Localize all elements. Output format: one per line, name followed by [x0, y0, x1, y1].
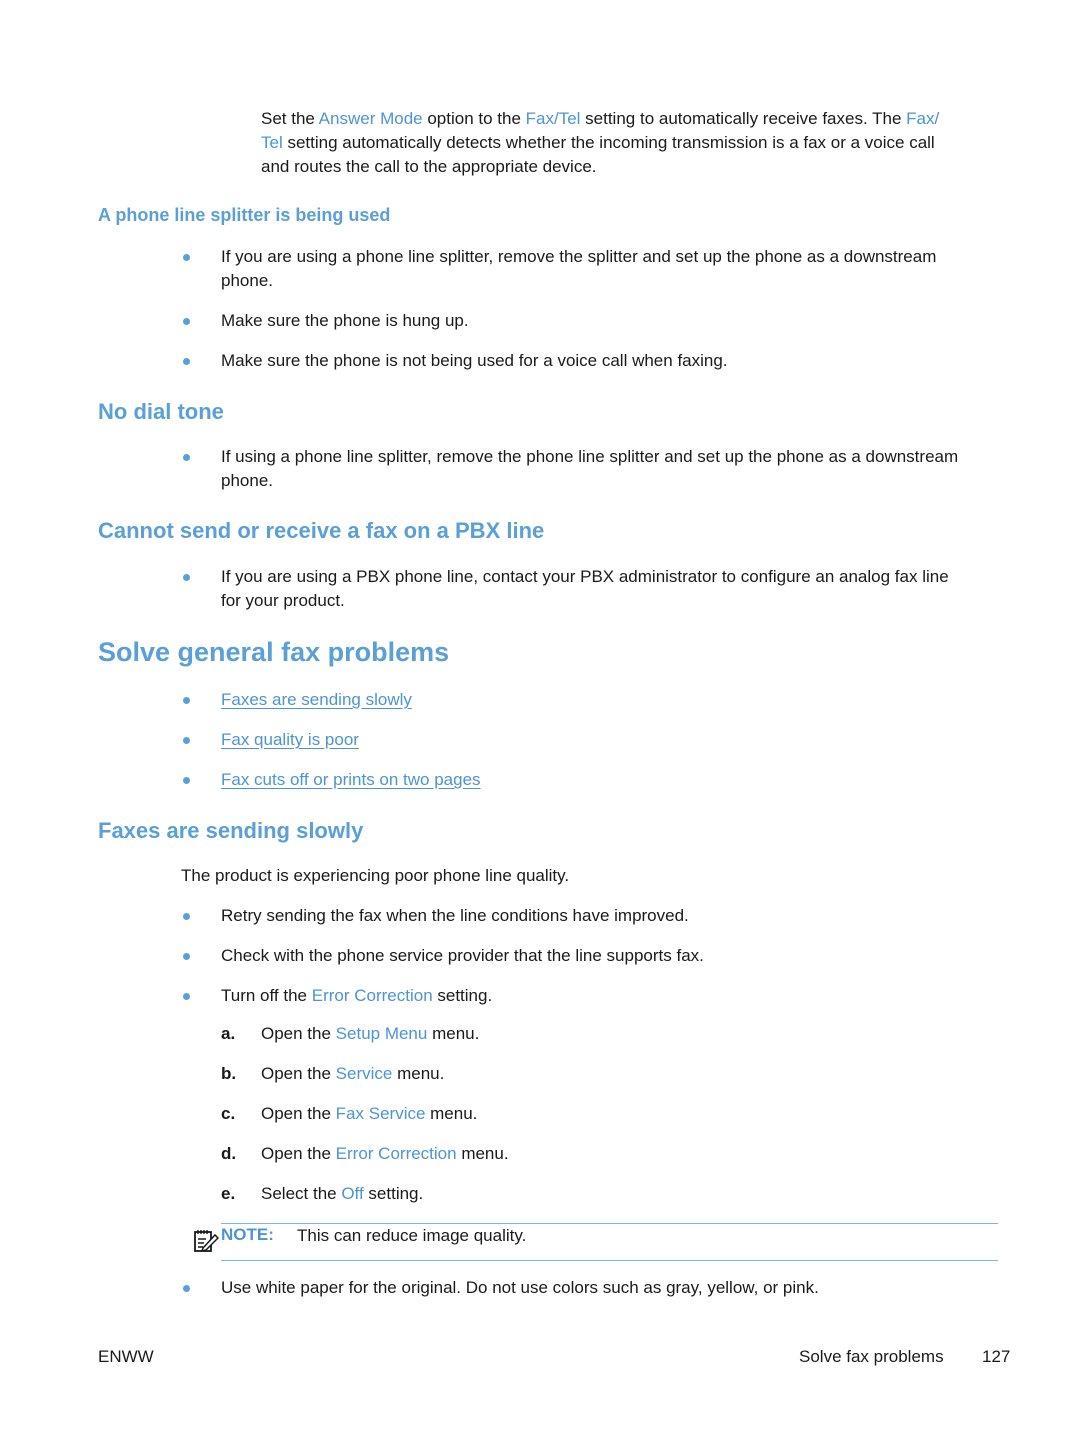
text: Select the [261, 1184, 342, 1203]
bullet-icon [183, 697, 190, 704]
text: menu. [456, 1144, 509, 1163]
ui-term-fax-tel: Tel [261, 133, 283, 152]
step-text: Select the Off setting. [261, 1184, 423, 1204]
ui-term: Setup Menu [335, 1024, 428, 1043]
ui-term-error-correction: Error Correction [311, 986, 433, 1005]
text: menu. [425, 1104, 478, 1123]
heading-faxes-sending-slowly: Faxes are sending slowly [98, 818, 364, 843]
list-item: Use white paper for the original. Do not… [221, 1278, 819, 1297]
text: setting automatically detects whether th… [282, 133, 935, 152]
list-item: Make sure the phone is not being used fo… [221, 351, 728, 370]
text: Set the [261, 109, 319, 128]
bullet-icon [183, 1285, 190, 1292]
text: Turn off the [221, 986, 312, 1005]
list-item: Turn off the Error Correction setting. [221, 984, 492, 1008]
step-text: Open the Fax Service menu. [261, 1104, 477, 1124]
text: Open the [261, 1024, 336, 1043]
list-item-cont: for your product. [221, 591, 345, 610]
bullet-icon [183, 777, 190, 784]
step-letter: e. [221, 1184, 236, 1203]
heading-solve-general: Solve general fax problems [98, 637, 450, 667]
ui-term: Service [335, 1064, 393, 1083]
heading-splitter: A phone line splitter is being used [98, 205, 391, 225]
list-item: If using a phone line splitter, remove t… [221, 447, 959, 466]
intro-line-2: Tel setting automatically detects whethe… [261, 131, 935, 155]
text: menu. [392, 1064, 445, 1083]
text: setting. [432, 986, 493, 1005]
paragraph: The product is experiencing poor phone l… [181, 866, 570, 885]
bullet-icon [183, 254, 190, 261]
page-number: 127 [982, 1347, 1011, 1366]
bullet-icon [183, 953, 190, 960]
link-fax-cuts-off[interactable]: Fax cuts off or prints on two pages [221, 768, 481, 792]
heading-pbx: Cannot send or receive a fax on a PBX li… [98, 518, 545, 543]
ui-term: Fax Service [335, 1104, 426, 1123]
step-letter: a. [221, 1024, 236, 1043]
note-label: NOTE: [221, 1225, 274, 1244]
ui-term-fax-tel: Fax/ [906, 109, 940, 128]
intro-line-3: and routes the call to the appropriate d… [261, 157, 597, 176]
list-item: If you are using a phone line splitter, … [221, 247, 937, 266]
note-pencil-icon [193, 1227, 220, 1253]
list-item: Make sure the phone is hung up. [221, 311, 469, 330]
link-faxes-sending-slowly[interactable]: Faxes are sending slowly [221, 688, 412, 712]
bullet-icon [183, 993, 190, 1000]
list-item: If you are using a PBX phone line, conta… [221, 567, 949, 586]
text: Open the [261, 1064, 336, 1083]
bullet-icon [183, 318, 190, 325]
text: setting to automatically receive faxes. … [580, 109, 907, 128]
note-bottom-rule [221, 1260, 998, 1261]
step-text: Open the Error Correction menu. [261, 1144, 509, 1164]
note-text: This can reduce image quality. [297, 1226, 527, 1245]
ui-term: Off [341, 1184, 364, 1203]
bullet-icon [183, 574, 190, 581]
ui-term-answer-mode: Answer Mode [318, 109, 423, 128]
list-item-cont: phone. [221, 471, 273, 490]
step-letter: b. [221, 1064, 237, 1083]
text: setting. [363, 1184, 424, 1203]
step-letter: c. [221, 1104, 236, 1123]
bullet-icon [183, 358, 190, 365]
text: Open the [261, 1104, 336, 1123]
list-item: Check with the phone service provider th… [221, 946, 704, 965]
ui-term-fax-tel: Fax/Tel [525, 109, 581, 128]
list-item-cont: phone. [221, 271, 273, 290]
bullet-icon [183, 913, 190, 920]
text: Open the [261, 1144, 336, 1163]
footer-left: ENWW [98, 1347, 154, 1366]
text: menu. [427, 1024, 480, 1043]
step-text: Open the Setup Menu menu. [261, 1024, 479, 1044]
heading-no-dial-tone: No dial tone [98, 399, 224, 424]
intro-line-1: Set the Answer Mode option to the Fax/Te… [261, 107, 939, 131]
step-letter: d. [221, 1144, 237, 1163]
text: option to the [422, 109, 526, 128]
step-text: Open the Service menu. [261, 1064, 444, 1084]
ui-term: Error Correction [335, 1144, 457, 1163]
footer-section: Solve fax problems [799, 1347, 944, 1366]
list-item: Retry sending the fax when the line cond… [221, 906, 689, 925]
link-fax-quality-poor[interactable]: Fax quality is poor [221, 728, 359, 752]
bullet-icon [183, 737, 190, 744]
bullet-icon [183, 454, 190, 461]
